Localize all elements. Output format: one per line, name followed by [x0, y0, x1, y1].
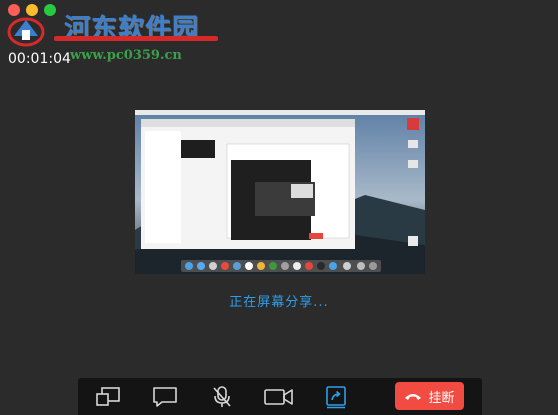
camera-button[interactable]	[264, 385, 294, 409]
video-camera-icon	[264, 389, 293, 405]
chat-bubble-icon	[153, 387, 177, 407]
hang-up-label: 挂断	[428, 390, 455, 406]
microphone-off-icon	[213, 386, 231, 407]
call-timer: 00:01:04	[8, 51, 71, 67]
watermark-url: www.pc0359.cn	[70, 48, 182, 63]
call-toolbar: 挂断	[78, 378, 482, 415]
dual-window-icon	[96, 387, 120, 406]
chat-button[interactable]	[150, 385, 180, 409]
watermark-underline	[54, 36, 218, 41]
watermark-logo-icon	[7, 17, 45, 47]
screen-sharing-status: 正在屏幕分享...	[229, 295, 329, 310]
shared-screen-preview	[135, 110, 425, 274]
switch-window-button[interactable]	[93, 385, 123, 409]
screen-thumbnail-image	[135, 110, 425, 274]
hang-up-button[interactable]: 挂断	[395, 382, 464, 410]
screen-share-button[interactable]	[321, 385, 351, 409]
phone-hangup-icon	[405, 394, 422, 400]
share-screen-icon	[326, 386, 346, 409]
mute-microphone-button[interactable]	[207, 385, 237, 409]
